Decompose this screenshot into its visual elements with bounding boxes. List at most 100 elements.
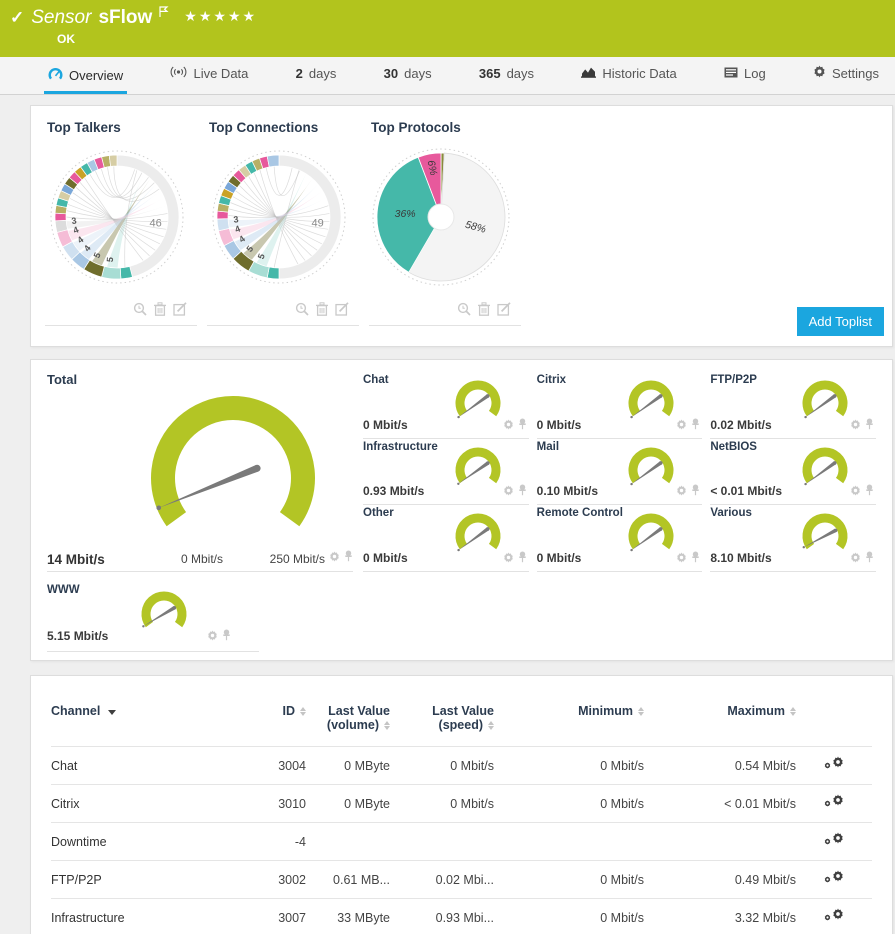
gauge-pin-icon[interactable]: [865, 417, 874, 435]
delete-toplist-icon[interactable]: [316, 302, 328, 321]
top-talkers-chart[interactable]: 46554443: [45, 137, 193, 297]
edit-toplist-icon[interactable]: [335, 302, 349, 321]
mini-gauge: [796, 510, 854, 562]
mini-gauge: [796, 377, 854, 429]
gauge-settings-icon[interactable]: [850, 550, 861, 568]
zoom-history-icon[interactable]: [133, 302, 147, 321]
channel-settings-icon[interactable]: [824, 756, 844, 772]
sensor-header: ✓ Sensor sFlow ★★★★★ OK: [0, 0, 895, 57]
tab-log[interactable]: Log: [720, 66, 770, 94]
toplist-top-connections: Top Connections4955443: [207, 118, 359, 326]
channel-table-card: Channel IDLast Value(volume)Last Value(s…: [30, 675, 893, 934]
svg-text:5: 5: [105, 257, 115, 263]
svg-text:36%: 36%: [395, 208, 416, 220]
mini-gauge: [622, 444, 680, 496]
gauge-settings-icon[interactable]: [503, 550, 514, 568]
mini-gauge: [449, 510, 507, 562]
gauge-settings-icon[interactable]: [850, 483, 861, 501]
gauge-pin-icon[interactable]: [691, 483, 700, 501]
flag-icon[interactable]: [159, 5, 169, 23]
delete-toplist-icon[interactable]: [478, 302, 490, 321]
gauge-pin-icon[interactable]: [344, 549, 353, 567]
mini-gauge: [796, 444, 854, 496]
mini-gauge: [449, 444, 507, 496]
svg-text:46: 46: [149, 218, 161, 230]
table-row: Chat30040 MByte0 Mbit/s0 Mbit/s0.54 Mbit…: [51, 747, 872, 785]
gauge-pin-icon[interactable]: [518, 417, 527, 435]
gauge-pin-icon[interactable]: [691, 550, 700, 568]
gauge-pin-icon[interactable]: [518, 483, 527, 501]
gauge-pin-icon[interactable]: [691, 417, 700, 435]
mini-gauge: [622, 510, 680, 562]
channel-settings-icon[interactable]: [824, 870, 844, 886]
total-gauge-cell: Total 14 Mbit/s 0 Mbit/s 250 Mbit/s: [47, 372, 353, 572]
channel-gauge-various: Various8.10 Mbit/s: [710, 505, 876, 572]
gauge-settings-icon[interactable]: [850, 417, 861, 435]
sensor-category: Sensor: [31, 7, 91, 29]
delete-toplist-icon[interactable]: [154, 302, 166, 321]
channel-gauge-citrix: Citrix0 Mbit/s: [537, 372, 703, 439]
channel-settings-icon[interactable]: [824, 794, 844, 810]
tab-historic-data[interactable]: Historic Data: [577, 66, 680, 94]
tab-overview[interactable]: Overview: [44, 67, 127, 94]
mini-gauge: [622, 377, 680, 429]
zoom-history-icon[interactable]: [295, 302, 309, 321]
channel-gauge-netbios: NetBIOS< 0.01 Mbit/s: [710, 439, 876, 506]
gauge-pin-icon[interactable]: [865, 550, 874, 568]
toplist-top-talkers: Top Talkers46554443: [45, 118, 197, 326]
col-header-last-value[interactable]: Last Value(volume): [306, 696, 390, 747]
zoom-history-icon[interactable]: [457, 302, 471, 321]
sensor-name: sFlow: [98, 7, 152, 29]
svg-text:49: 49: [311, 218, 323, 230]
col-header-id[interactable]: ID: [244, 696, 306, 747]
channel-gauge-ftp-p2p: FTP/P2P0.02 Mbit/s: [710, 372, 876, 439]
col-header-actions: [796, 696, 872, 747]
www-value: 5.15 Mbit/s: [47, 629, 108, 643]
gauge-settings-icon[interactable]: [676, 483, 687, 501]
tab-2-days[interactable]: 2days: [292, 66, 341, 94]
www-gauge-cell: WWW 5.15 Mbit/s: [47, 580, 259, 652]
edit-toplist-icon[interactable]: [497, 302, 511, 321]
top-connections-chart[interactable]: 4955443: [207, 137, 355, 297]
gauge-pin-icon[interactable]: [518, 550, 527, 568]
tab-30-days[interactable]: 30days: [380, 66, 436, 94]
col-header-minimum[interactable]: Minimum: [494, 696, 644, 747]
col-header-last-value[interactable]: Last Value(speed): [390, 696, 494, 747]
gauge-settings-icon[interactable]: [207, 628, 218, 646]
gauge-settings-icon[interactable]: [503, 417, 514, 435]
gauge-settings-icon[interactable]: [676, 550, 687, 568]
top-protocols-chart[interactable]: 58%36%6%: [369, 137, 517, 297]
gauge-settings-icon[interactable]: [676, 417, 687, 435]
edit-toplist-icon[interactable]: [173, 302, 187, 321]
channel-gauge-mail: Mail0.10 Mbit/s: [537, 439, 703, 506]
total-value: 14 Mbit/s: [47, 552, 157, 567]
col-header-channel[interactable]: Channel: [51, 696, 244, 747]
channel-table: Channel IDLast Value(volume)Last Value(s…: [51, 696, 872, 934]
gauge-scale-max: 250 Mbit/s: [270, 552, 325, 566]
overview-icon: [48, 67, 63, 84]
live-data-icon: [170, 66, 187, 81]
mini-gauge: [449, 377, 507, 429]
tab-bar: Overview Live Data 2days 30days 365days Histo…: [0, 57, 895, 95]
channel-settings-icon[interactable]: [824, 832, 844, 848]
tab-365-days[interactable]: 365days: [475, 66, 538, 94]
settings-icon: [813, 65, 826, 81]
status-badge: OK: [57, 32, 885, 46]
col-header-maximum[interactable]: Maximum: [644, 696, 796, 747]
total-gauge: [125, 386, 341, 548]
gauge-settings-icon[interactable]: [329, 549, 340, 567]
table-row: Infrastructure300733 MByte0.93 Mbi...0 M…: [51, 899, 872, 934]
priority-stars[interactable]: ★★★★★: [184, 8, 257, 25]
gauge-settings-icon[interactable]: [503, 483, 514, 501]
channel-settings-icon[interactable]: [824, 908, 844, 924]
gauge-pin-icon[interactable]: [865, 483, 874, 501]
channel-gauge-chat: Chat0 Mbit/s: [363, 372, 529, 439]
add-toplist-button[interactable]: Add Toplist: [797, 307, 884, 336]
total-label: Total: [47, 372, 353, 387]
gauge-pin-icon[interactable]: [222, 628, 231, 646]
tab-live-data[interactable]: Live Data: [166, 66, 252, 94]
svg-text:3: 3: [233, 214, 239, 225]
toplist-title: Top Talkers: [47, 120, 197, 135]
tab-settings[interactable]: Settings: [809, 65, 883, 94]
svg-text:3: 3: [71, 215, 78, 226]
